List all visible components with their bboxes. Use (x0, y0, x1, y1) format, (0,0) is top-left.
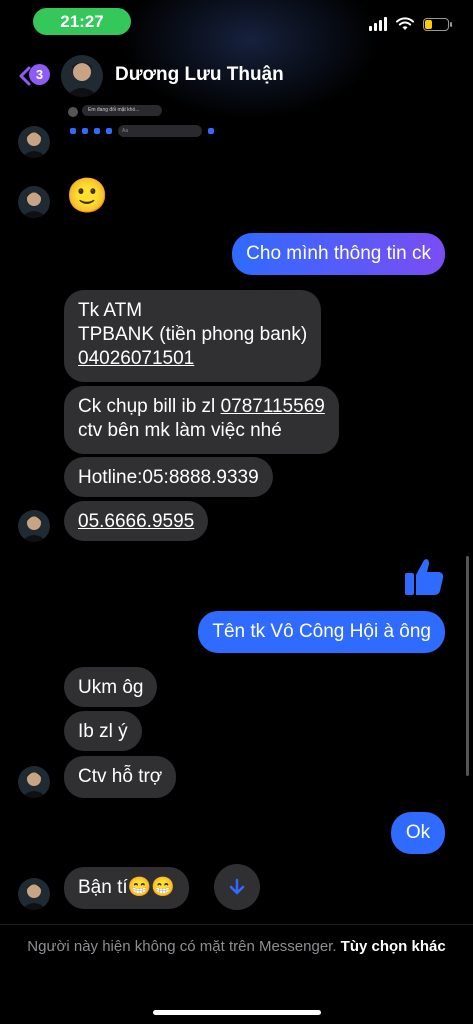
message-text: Ck chụp bill ib zl (78, 396, 221, 417)
incoming-message[interactable]: Ctv hỗ trợ (64, 756, 177, 798)
incoming-message[interactable]: Hotline:05:8888.9339 (64, 457, 273, 497)
message-line: TPBANK (tiền phong bank) (78, 324, 308, 345)
outgoing-message[interactable]: Tên tk Vô Công Hội à ông (198, 611, 445, 653)
scrollbar[interactable] (466, 556, 469, 776)
mini-composer: Aa (70, 125, 214, 137)
unread-badge[interactable]: 3 (29, 64, 50, 85)
account-number-link[interactable]: 04026071501 (78, 347, 307, 371)
more-options-link[interactable]: Tùy chọn khác (341, 938, 446, 955)
mini-apps-icon (70, 128, 76, 134)
incoming-message[interactable]: 05.6666.9595 (64, 501, 209, 541)
mini-like-icon (208, 128, 214, 134)
status-time: 21:27 (33, 8, 131, 35)
contact-name[interactable]: Dương Lưu Thuận (115, 64, 284, 86)
contact-avatar[interactable] (61, 55, 103, 97)
emoji-message[interactable]: 🙂 (66, 176, 108, 216)
message-line: Tk ATM (78, 300, 143, 321)
cellular-signal-icon (369, 17, 387, 31)
mini-mic-icon (106, 128, 112, 134)
sender-avatar[interactable] (18, 186, 50, 218)
footer-notice-text: Người này hiện không có mặt trên Messeng… (27, 938, 341, 955)
scroll-to-bottom-button[interactable] (214, 864, 260, 910)
shared-screenshot-preview[interactable]: Em đang đối mặt khó... Aa (64, 99, 254, 141)
battery-icon (423, 17, 452, 31)
phone-number-link[interactable]: 0787115569 (221, 396, 325, 417)
outgoing-message[interactable]: Ok (391, 812, 445, 854)
mini-message: Em đang đối mặt khó... (82, 105, 162, 116)
thumbs-up-icon[interactable] (402, 554, 446, 598)
incoming-message[interactable]: Ib zl ý (64, 711, 142, 751)
incoming-message[interactable]: Bận tí😁😁 (64, 867, 189, 909)
sender-avatar[interactable] (18, 126, 50, 158)
mini-input: Aa (118, 125, 202, 137)
home-indicator[interactable] (153, 1010, 321, 1015)
sender-avatar[interactable] (18, 766, 50, 798)
sender-avatar[interactable] (18, 510, 50, 542)
status-icons (369, 14, 452, 34)
message-line: ctv bên mk làm việc nhé (78, 420, 282, 441)
incoming-message[interactable]: Ck chụp bill ib zl 0787115569 ctv bên mk… (64, 386, 339, 454)
phone-number-link[interactable]: 05.6666.9595 (78, 511, 194, 532)
mini-image-icon (94, 128, 100, 134)
arrow-down-icon (229, 878, 245, 895)
sender-avatar[interactable] (18, 878, 50, 910)
mini-avatar (68, 107, 78, 117)
footer-divider (0, 924, 473, 925)
outgoing-message[interactable]: Cho mình thông tin ck (232, 233, 445, 275)
incoming-message[interactable]: Tk ATM TPBANK (tiền phong bank) 04026071… (64, 290, 322, 382)
wifi-icon (396, 17, 414, 30)
incoming-message[interactable]: Ukm ôg (64, 667, 158, 707)
footer-notice: Người này hiện không có mặt trên Messeng… (20, 936, 453, 957)
mini-camera-icon (82, 128, 88, 134)
